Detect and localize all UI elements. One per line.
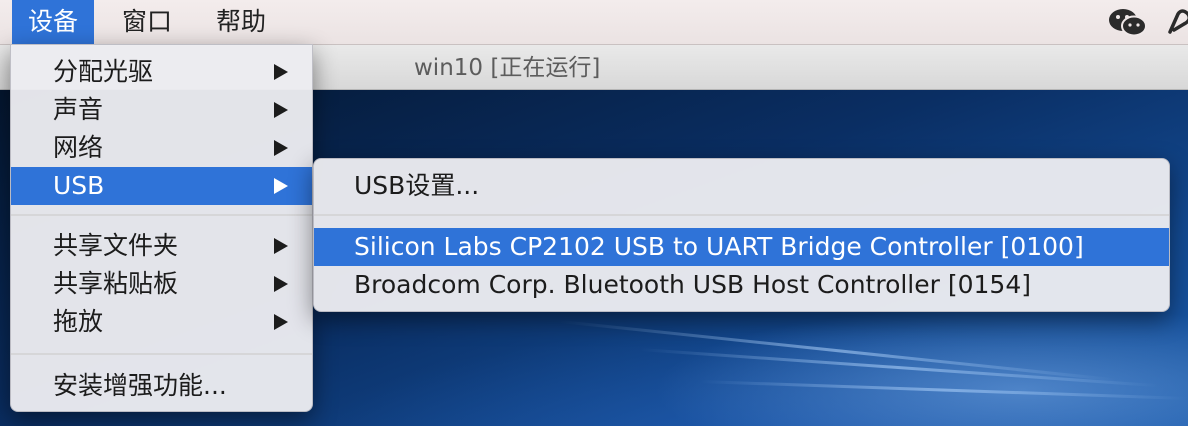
- menu-separator: [11, 214, 312, 216]
- menu-item-label: USB设置...: [354, 171, 480, 200]
- wechat-icon[interactable]: [1106, 6, 1150, 38]
- menu-item-label: Broadcom Corp. Bluetooth USB Host Contro…: [354, 270, 1031, 299]
- submenu-arrow-icon: [274, 102, 288, 118]
- submenu-arrow-icon: [274, 276, 288, 292]
- menu-item-label: 安装增强功能...: [53, 371, 227, 400]
- menu-item-shared-clipboard[interactable]: 共享粘贴板: [11, 265, 312, 303]
- usb-submenu: USB设置... Silicon Labs CP2102 USB to UART…: [313, 158, 1170, 312]
- menu-item-label: Silicon Labs CP2102 USB to UART Bridge C…: [354, 232, 1084, 261]
- submenu-arrow-icon: [274, 64, 288, 80]
- menu-item-usb[interactable]: USB: [11, 167, 312, 205]
- menu-devices[interactable]: 设备: [12, 0, 95, 44]
- menu-item-usb-settings[interactable]: USB设置...: [314, 167, 1169, 205]
- menu-item-drag-and-drop[interactable]: 拖放: [11, 303, 312, 341]
- menu-item-label: 共享粘贴板: [53, 269, 179, 298]
- menu-window[interactable]: 窗口: [106, 0, 188, 44]
- menu-separator: [314, 214, 1169, 216]
- menu-item-audio[interactable]: 声音: [11, 91, 312, 129]
- menu-help[interactable]: 帮助: [200, 0, 282, 44]
- menu-item-label: 声音: [53, 95, 104, 124]
- menu-item-label: 分配光驱: [53, 57, 154, 86]
- menu-item-label: 共享文件夹: [53, 231, 179, 260]
- app-icon[interactable]: [1166, 6, 1188, 38]
- menu-item-shared-folders[interactable]: 共享文件夹: [11, 227, 312, 265]
- submenu-arrow-icon: [274, 140, 288, 156]
- menu-item-install-guest-additions[interactable]: 安装增强功能...: [11, 367, 312, 405]
- menu-separator: [11, 353, 312, 355]
- submenu-arrow-icon: [274, 178, 288, 194]
- window-title: win10 [正在运行]: [414, 55, 601, 81]
- menu-item-optical-drive[interactable]: 分配光驱: [11, 53, 312, 91]
- devices-menu: 分配光驱 声音 网络 USB 共享文件夹 共享粘贴板 拖放 安装增强功能...: [10, 44, 313, 412]
- submenu-arrow-icon: [274, 314, 288, 330]
- usb-device-item[interactable]: Broadcom Corp. Bluetooth USB Host Contro…: [314, 266, 1169, 304]
- menu-item-label: 网络: [53, 133, 104, 162]
- submenu-arrow-icon: [274, 238, 288, 254]
- menu-item-label: USB: [53, 171, 105, 200]
- menu-bar: 设备 窗口 帮助: [0, 0, 1188, 45]
- usb-device-item[interactable]: Silicon Labs CP2102 USB to UART Bridge C…: [314, 228, 1169, 266]
- menu-item-network[interactable]: 网络: [11, 129, 312, 167]
- menu-item-label: 拖放: [53, 307, 104, 336]
